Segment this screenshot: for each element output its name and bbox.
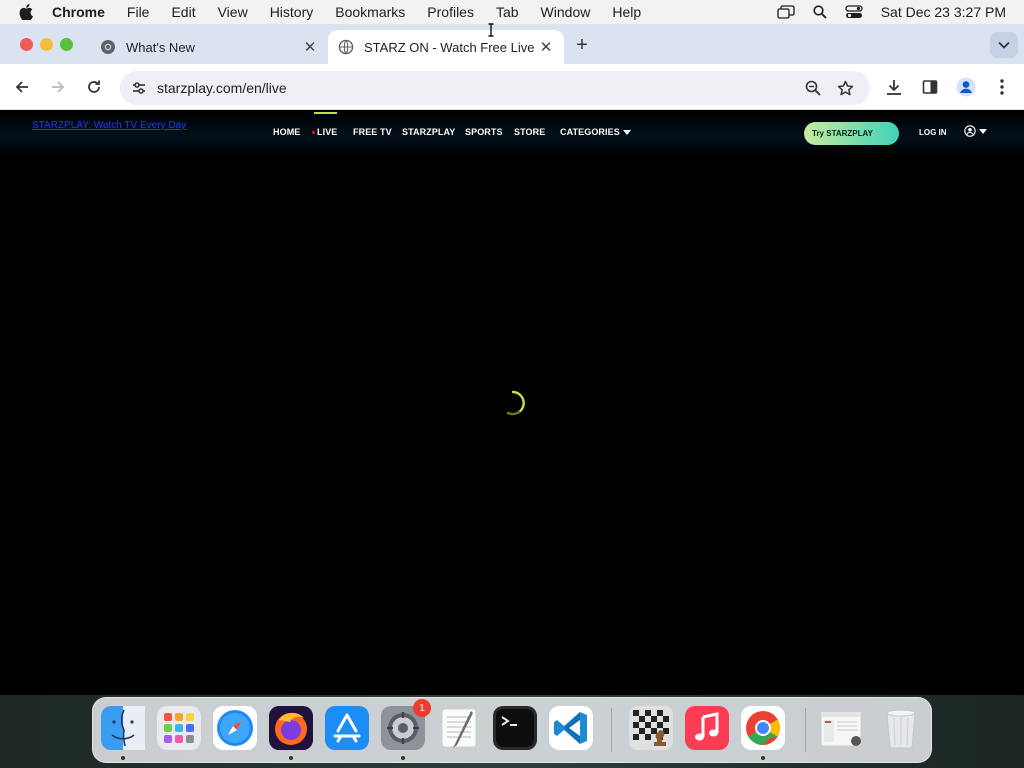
url-text[interactable]: starzplay.com/en/live xyxy=(157,80,287,96)
close-window-button[interactable] xyxy=(20,38,33,51)
account-menu-button[interactable] xyxy=(964,125,987,137)
menu-help[interactable]: Help xyxy=(601,4,652,20)
trash-icon[interactable] xyxy=(879,706,923,750)
spotlight-search-icon[interactable] xyxy=(803,5,837,19)
nav-sports[interactable]: SPORTS xyxy=(465,127,503,137)
try-starzplay-button[interactable]: Try STARZPLAY xyxy=(804,122,899,145)
menu-history[interactable]: History xyxy=(259,4,325,20)
preview-window-icon[interactable] xyxy=(819,706,863,750)
menu-clock[interactable]: Sat Dec 23 3:27 PM xyxy=(871,4,1006,20)
text-cursor-icon xyxy=(488,23,494,37)
menu-file[interactable]: File xyxy=(116,4,161,20)
address-bar[interactable]: starzplay.com/en/live xyxy=(120,71,870,105)
textedit-icon[interactable] xyxy=(437,706,481,750)
caret-down-icon xyxy=(622,130,631,136)
control-center-icon[interactable] xyxy=(837,5,871,19)
tab-starz-on[interactable]: STARZ ON - Watch Free Live ✕ xyxy=(328,30,564,64)
chess-icon[interactable] xyxy=(629,706,673,750)
side-panel-icon[interactable] xyxy=(919,76,941,98)
profile-avatar-icon[interactable] xyxy=(955,76,977,98)
music-icon[interactable] xyxy=(685,706,729,750)
download-icon[interactable] xyxy=(883,76,905,98)
menu-app-name[interactable]: Chrome xyxy=(52,4,116,20)
zoom-icon[interactable] xyxy=(802,77,824,99)
app-store-icon[interactable] xyxy=(325,706,369,750)
browser-toolbar: starzplay.com/en/live xyxy=(0,64,1024,110)
dock: 1 xyxy=(92,697,932,763)
nav-free-tv[interactable]: FREE TV xyxy=(353,127,392,137)
user-circle-icon xyxy=(964,125,976,137)
vscode-icon[interactable] xyxy=(549,706,593,750)
tab-whats-new[interactable]: What's New ✕ xyxy=(92,30,328,64)
firefox-icon[interactable] xyxy=(269,706,313,750)
chrome-running-indicator xyxy=(761,756,765,760)
google-chrome-icon[interactable] xyxy=(741,706,785,750)
forward-arrow-icon[interactable] xyxy=(47,76,69,98)
tab-strip: What's New ✕ STARZ ON - Watch Free Live … xyxy=(0,24,1024,64)
dock-separator xyxy=(611,708,612,752)
menu-bar: Chrome File Edit View History Bookmarks … xyxy=(0,0,1024,24)
chrome-menu-icon[interactable] xyxy=(991,76,1013,98)
system-settings-running-indicator xyxy=(401,756,405,760)
menu-edit[interactable]: Edit xyxy=(160,4,206,20)
tab-title: STARZ ON - Watch Free Live xyxy=(364,39,534,55)
menu-bookmarks[interactable]: Bookmarks xyxy=(324,4,416,20)
menu-profiles[interactable]: Profiles xyxy=(416,4,485,20)
menu-tab[interactable]: Tab xyxy=(485,4,530,20)
nav-live[interactable]: LIVE xyxy=(312,127,337,137)
login-link[interactable]: LOG IN xyxy=(919,128,947,137)
finder-icon[interactable] xyxy=(101,706,145,750)
menu-view[interactable]: View xyxy=(207,4,259,20)
dock-separator xyxy=(805,708,806,752)
tab-close-icon[interactable]: ✕ xyxy=(302,39,318,56)
nav-starzplay[interactable]: STARZPLAY xyxy=(402,127,455,137)
caret-down-icon xyxy=(979,128,987,134)
bookmark-star-icon[interactable] xyxy=(834,77,856,99)
nav-store[interactable]: STORE xyxy=(514,127,545,137)
safari-icon[interactable] xyxy=(213,706,257,750)
nav-categories-label: CATEGORIES xyxy=(560,127,620,137)
terminal-icon[interactable] xyxy=(493,706,537,750)
back-arrow-icon[interactable] xyxy=(11,76,33,98)
tab-title: What's New xyxy=(126,39,195,55)
status-area: Sat Dec 23 3:27 PM xyxy=(769,4,1024,20)
screen-mirroring-icon[interactable] xyxy=(769,5,803,19)
site-info-icon[interactable] xyxy=(128,77,150,99)
globe-icon xyxy=(338,39,354,55)
minimize-window-button[interactable] xyxy=(40,38,53,51)
tab-search-button[interactable] xyxy=(990,32,1018,58)
chrome-icon xyxy=(100,39,116,55)
fullscreen-window-button[interactable] xyxy=(60,38,73,51)
launchpad-icon[interactable] xyxy=(157,706,201,750)
menu-window[interactable]: Window xyxy=(530,4,602,20)
live-dot-icon xyxy=(312,131,315,135)
main-content xyxy=(0,155,1024,695)
finder-running-indicator xyxy=(121,756,125,760)
reload-icon[interactable] xyxy=(83,76,105,98)
new-tab-button[interactable]: + xyxy=(572,34,592,56)
tab-close-icon[interactable]: ✕ xyxy=(538,39,554,56)
nav-home[interactable]: HOME xyxy=(273,127,300,137)
notification-badge: 1 xyxy=(413,699,431,717)
site-logo[interactable]: STARZPLAY: Watch TV Every Day xyxy=(32,120,228,131)
site-header: STARZPLAY: Watch TV Every Day HOME LIVE … xyxy=(0,111,1024,155)
firefox-running-indicator xyxy=(289,756,293,760)
nav-categories[interactable]: CATEGORIES xyxy=(560,127,631,137)
nav-live-label: LIVE xyxy=(317,127,338,137)
loading-spinner-icon xyxy=(506,390,525,416)
apple-menu-icon[interactable] xyxy=(0,4,52,20)
live-active-indicator xyxy=(314,112,337,114)
